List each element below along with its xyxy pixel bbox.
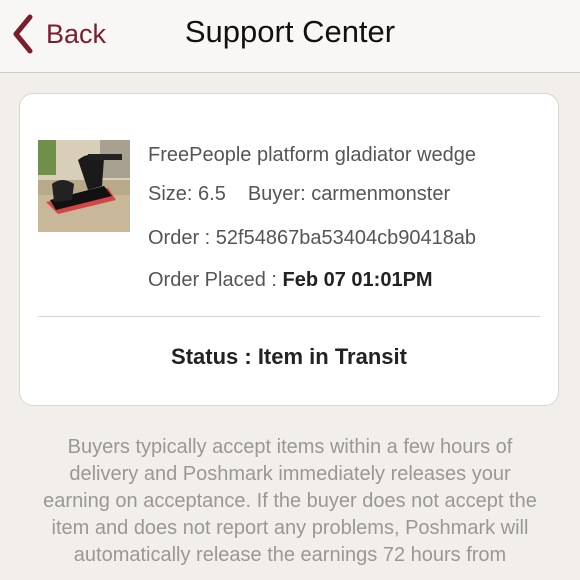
order-id: Order : 52f54867ba53404cb90418ab: [148, 227, 477, 249]
info-line: item and does not report any problems, P…: [51, 517, 529, 539]
divider: [38, 316, 540, 317]
order-placed-label: Order Placed :: [148, 269, 283, 291]
nav-bar: Back Support Center: [0, 0, 580, 73]
info-line: automatically release the earnings 72 ho…: [73, 544, 507, 566]
buyer-name: Buyer: carmenmonster: [247, 183, 451, 205]
item-size-buyer: Size: 6.5 Buyer: carmenmonster: [148, 183, 450, 206]
order-placed-date: Feb 07 01:01PM: [282, 269, 433, 291]
order-placed: Order Placed : Feb 07 01:01PM: [148, 269, 433, 292]
order-status: Status : Item in Transit: [171, 344, 407, 369]
item-size: Size: 6.5: [148, 183, 226, 205]
info-line: Buyers typically accept items within a f…: [67, 436, 513, 458]
order-card: FreePeople platform gladiator wedge Size…: [19, 93, 559, 406]
info-line: earning on acceptance. If the buyer does…: [43, 490, 537, 512]
info-text: Buyers typically accept items within a f…: [20, 434, 560, 569]
item-thumbnail[interactable]: [38, 140, 130, 232]
page-title: Support Center: [184, 14, 396, 49]
item-title: FreePeople platform gladiator wedge: [148, 144, 476, 166]
info-line: delivery and Poshmark immediately releas…: [69, 463, 511, 485]
